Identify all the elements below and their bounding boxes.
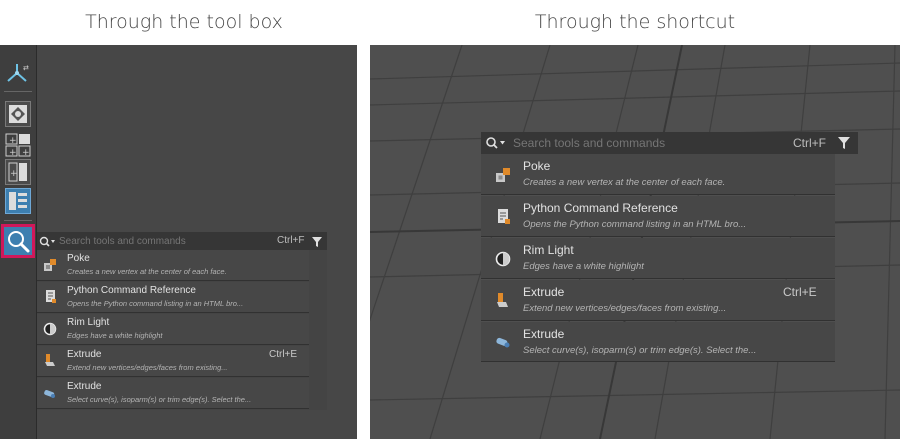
result-title: Extrude [67, 349, 102, 360]
search-bar[interactable]: Ctrl+F [37, 232, 327, 250]
filter-icon[interactable] [311, 235, 323, 253]
result-description: Select curve(s), isoparm(s) or trim edge… [523, 345, 757, 356]
svg-text:+: + [9, 136, 17, 146]
result-title: Extrude [523, 285, 565, 299]
document-icon [497, 208, 511, 230]
single-view-layout-button[interactable] [5, 101, 31, 127]
result-description: Extend new vertices/edges/faces from exi… [523, 303, 727, 314]
search-popup-small: Ctrl+F Poke Creates a new vertex at the … [37, 232, 327, 410]
axis-manipulator-icon[interactable]: ⇄ [5, 61, 32, 85]
result-title: Python Command Reference [523, 201, 678, 215]
caption-toolbox: Through the tool box [85, 11, 283, 33]
search-input[interactable] [59, 233, 259, 249]
outliner-layout-button[interactable] [5, 188, 31, 214]
rim-light-icon [43, 322, 57, 341]
result-description: Extend new vertices/edges/faces from exi… [67, 363, 228, 372]
svg-text:+: + [9, 148, 17, 157]
result-title: Python Command Reference [67, 285, 196, 296]
svg-text:⇄: ⇄ [23, 64, 29, 72]
extrude-curve-icon [495, 336, 511, 355]
list-item[interactable]: Extrude Select curve(s), isoparm(s) or t… [481, 322, 835, 362]
list-item[interactable]: Python Command Reference Opens the Pytho… [37, 282, 309, 313]
caption-shortcut: Through the shortcut [534, 11, 736, 33]
results-list: Poke Creates a new vertex at the center … [37, 250, 309, 410]
result-description: Edges have a white highlight [67, 331, 163, 340]
list-item[interactable]: Rim Light Edges have a white highlight [481, 238, 835, 279]
four-view-layout-button[interactable]: + + + [5, 133, 31, 158]
search-popup-large: Ctrl+F Poke Creates a new vertex at the … [481, 132, 858, 362]
toolbox-separator [4, 91, 32, 92]
two-view-layout-button[interactable]: + [5, 159, 31, 185]
results-list: Poke Creates a new vertex at the center … [481, 154, 835, 362]
toolbox: ⇄ + + + + [0, 45, 37, 439]
list-item[interactable]: Extrude Extend new vertices/edges/faces … [481, 280, 835, 321]
svg-text:+: + [10, 169, 18, 179]
result-description: Opens the Python command listing in an H… [67, 299, 244, 308]
result-description: Creates a new vertex at the center of ea… [67, 267, 227, 276]
result-title: Poke [523, 159, 551, 173]
list-item[interactable]: Extrude Extend new vertices/edges/faces … [37, 346, 309, 377]
result-title: Rim Light [67, 317, 110, 328]
search-tools-button[interactable] [1, 224, 35, 258]
extrude-curve-icon [43, 387, 57, 405]
extrude-icon [44, 353, 56, 373]
rim-light-icon [495, 251, 511, 272]
result-shortcut: Ctrl+E [783, 285, 817, 299]
poke-icon [43, 258, 57, 277]
document-icon [45, 289, 57, 309]
search-shortcut: Ctrl+F [277, 235, 305, 246]
result-shortcut: Ctrl+E [269, 349, 298, 360]
result-description: Select curve(s), isoparm(s) or trim edge… [67, 395, 252, 404]
search-shortcut: Ctrl+F [793, 136, 826, 150]
toolbox-separator [4, 220, 32, 221]
svg-text:+: + [22, 148, 30, 157]
list-item[interactable]: Rim Light Edges have a white highlight [37, 314, 309, 345]
result-description: Opens the Python command listing in an H… [523, 219, 747, 230]
list-item[interactable]: Poke Creates a new vertex at the center … [37, 250, 309, 281]
search-input[interactable] [513, 134, 763, 152]
outliner-icon [9, 192, 27, 210]
result-title: Extrude [523, 327, 565, 341]
result-description: Creates a new vertex at the center of ea… [523, 177, 726, 188]
poke-icon [495, 167, 511, 188]
magnifier-icon [8, 231, 30, 253]
list-item[interactable]: Poke Creates a new vertex at the center … [481, 154, 835, 195]
two-view-icon: + [8, 162, 27, 182]
result-title: Rim Light [523, 243, 574, 257]
result-title: Extrude [67, 381, 102, 392]
result-title: Poke [67, 253, 90, 264]
left-viewport: ⇄ + + + + Search tools and commands Ctrl… [0, 45, 357, 439]
filter-icon[interactable] [837, 136, 851, 155]
search-bar[interactable]: Ctrl+F [481, 132, 858, 154]
result-description: Edges have a white highlight [523, 261, 644, 272]
extrude-icon [496, 292, 510, 314]
single-view-icon [9, 105, 27, 123]
list-item[interactable]: Extrude Select curve(s), isoparm(s) or t… [37, 378, 309, 409]
right-viewport: Ctrl+F Poke Creates a new vertex at the … [370, 45, 900, 439]
list-item[interactable]: Python Command Reference Opens the Pytho… [481, 196, 835, 237]
search-icon[interactable] [485, 136, 507, 155]
